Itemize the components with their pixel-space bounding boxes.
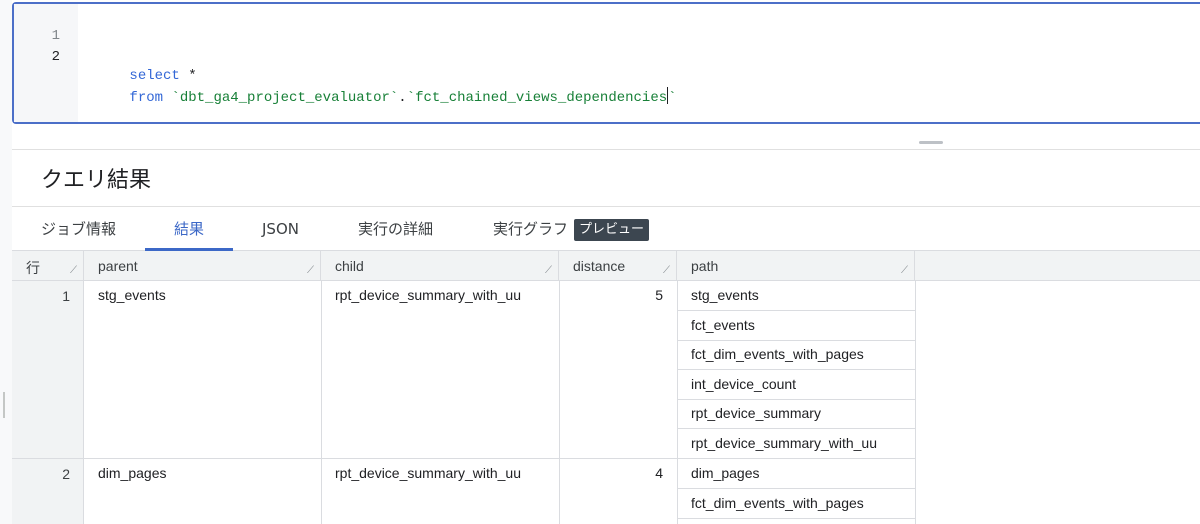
row-number: 2	[62, 466, 70, 482]
column-resize-icon[interactable]: ⟋	[307, 265, 314, 276]
panel-resize-handle[interactable]	[3, 392, 5, 418]
cell-parent[interactable]: stg_events	[98, 281, 166, 310]
cell-path-item[interactable]: fct_dim_events_with_pages	[691, 340, 864, 369]
results-table: 行 ⟋ parent ⟋ child ⟋ distance ⟋ path ⟋ 1…	[12, 251, 1200, 524]
row-number-column	[12, 281, 84, 524]
cell-path-item[interactable]: rpt_device_summary_with_uu	[691, 429, 877, 458]
results-title: クエリ結果	[41, 168, 152, 193]
cell-child[interactable]: rpt_device_summary_with_uu	[335, 281, 521, 310]
sql-project-identifier: `dbt_ga4_project_evaluator`	[171, 90, 399, 106]
cell-path-item[interactable]: dim_pages	[691, 459, 760, 488]
sql-closing-backtick: `	[668, 90, 677, 106]
column-header-parent[interactable]: parent ⟋	[84, 251, 321, 281]
tab-json[interactable]: JSON	[262, 207, 299, 251]
header-filler	[915, 251, 1200, 281]
tab-execution-details[interactable]: 実行の詳細	[358, 207, 433, 251]
column-header-row-number[interactable]: 行 ⟋	[12, 251, 84, 281]
cell-path-item[interactable]: int_device_count	[691, 370, 796, 399]
column-header-label: parent	[98, 258, 138, 274]
divider	[321, 281, 322, 524]
cell-distance[interactable]: 4	[559, 459, 663, 488]
divider	[677, 518, 915, 519]
column-header-label: path	[691, 258, 719, 274]
column-header-label: 行	[26, 260, 40, 276]
line-number: 2	[51, 49, 60, 65]
editor-results-splitter[interactable]	[12, 124, 1200, 150]
splitter-grip-icon[interactable]	[919, 141, 943, 144]
sql-keyword-from: from	[129, 90, 164, 106]
tab-execution-graph[interactable]: 実行グラフ プレビュー	[493, 207, 650, 251]
column-header-label: child	[335, 258, 364, 274]
cell-path-item[interactable]: fct_dim_events_with_pages	[691, 489, 864, 518]
tab-job-info[interactable]: ジョブ情報	[41, 207, 116, 251]
preview-badge: プレビュー	[574, 219, 650, 241]
column-header-child[interactable]: child ⟋	[321, 251, 559, 281]
sql-dot: .	[398, 90, 407, 106]
column-resize-icon[interactable]: ⟋	[663, 265, 670, 276]
cell-parent[interactable]: dim_pages	[98, 459, 167, 488]
cell-path-item[interactable]: stg_events	[691, 281, 759, 310]
column-resize-icon[interactable]: ⟋	[70, 265, 77, 276]
code-line-1[interactable]: 1 select *	[14, 6, 197, 84]
column-resize-icon[interactable]: ⟋	[545, 265, 552, 276]
left-panel-edge	[0, 0, 12, 524]
divider	[915, 281, 916, 524]
column-header-path[interactable]: path ⟋	[677, 251, 915, 281]
cell-distance[interactable]: 5	[559, 281, 663, 310]
cell-child[interactable]: rpt_device_summary_with_uu	[335, 459, 521, 488]
code-line-2[interactable]: 2 from `dbt_ga4_project_evaluator`.`fct_…	[14, 27, 677, 106]
results-tabs: ジョブ情報 結果 JSON 実行の詳細 実行グラフ プレビュー	[12, 207, 1200, 251]
row-number: 1	[62, 288, 70, 304]
column-resize-icon[interactable]: ⟋	[901, 265, 908, 276]
sql-table-identifier: `fct_chained_views_dependencies	[406, 90, 668, 106]
sql-editor[interactable]: 1 select * 2 from `dbt_ga4_project_evalu…	[12, 2, 1200, 124]
column-header-distance[interactable]: distance ⟋	[559, 251, 677, 281]
cell-path-item[interactable]: rpt_device_summary	[691, 399, 821, 428]
column-header-label: distance	[573, 258, 626, 274]
tab-execution-graph-label: 実行グラフ	[493, 220, 569, 238]
cell-path-item[interactable]: fct_events	[691, 311, 755, 340]
tab-results[interactable]: 結果	[174, 207, 204, 251]
